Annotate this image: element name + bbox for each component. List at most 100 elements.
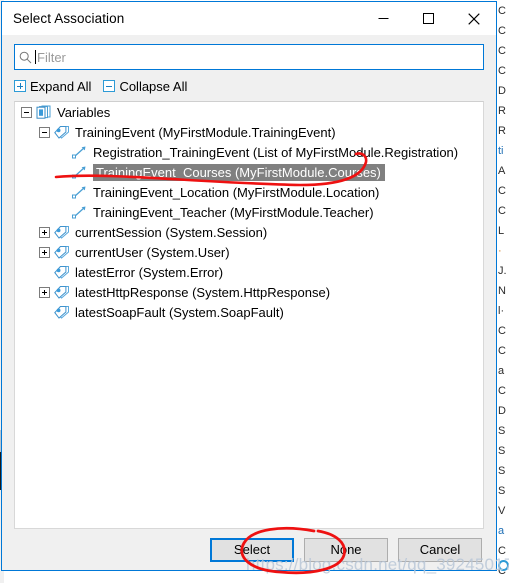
background-text-fragment: S bbox=[498, 465, 506, 477]
close-icon bbox=[467, 12, 480, 25]
background-text-fragment: a bbox=[498, 525, 505, 537]
minimize-icon bbox=[378, 18, 389, 19]
tree-row[interactable]: TrainingEvent (MyFirstModule.TrainingEve… bbox=[15, 122, 483, 142]
background-text-fragment: N bbox=[498, 285, 506, 297]
background-text-fragment: A bbox=[498, 165, 506, 177]
tree-row-label: TrainingEvent (MyFirstModule.TrainingEve… bbox=[75, 124, 336, 140]
tree-row[interactable]: Variables bbox=[15, 102, 483, 122]
tree-row[interactable]: latestHttpResponse (System.HttpResponse) bbox=[15, 282, 483, 302]
variables-folder-icon bbox=[36, 104, 52, 120]
dialog-footer: Select None Cancel bbox=[2, 529, 496, 570]
select-association-dialog: Select Association Filter Expand All Col… bbox=[1, 1, 497, 571]
entity-tag-icon bbox=[54, 264, 70, 280]
plus-box-icon bbox=[14, 80, 26, 92]
background-text-fragment: C bbox=[498, 205, 506, 217]
background-text-fragment: D bbox=[498, 405, 506, 417]
entity-tag-icon bbox=[54, 224, 70, 240]
title-bar: Select Association bbox=[2, 2, 496, 35]
background-text-fragment: S bbox=[498, 445, 506, 457]
toggle-spacer bbox=[57, 147, 68, 158]
tree-row[interactable]: TrainingEvent_Location (MyFirstModule.Lo… bbox=[15, 182, 483, 202]
background-right-strip: C C C C D R Rti A C C L · J. Nl· C Ca C D S S S S Va C C bbox=[497, 0, 509, 583]
tree-row-label: Variables bbox=[57, 104, 111, 120]
tree-row[interactable]: Registration_TrainingEvent (List of MyFi… bbox=[15, 142, 483, 162]
entity-tag-icon bbox=[54, 284, 70, 300]
tree-row[interactable]: currentSession (System.Session) bbox=[15, 222, 483, 242]
collapse-toggle-icon[interactable] bbox=[39, 126, 50, 138]
background-text-fragment: · bbox=[498, 245, 502, 257]
background-text-fragment: R bbox=[498, 105, 506, 117]
tree-row-label: latestError (System.Error) bbox=[75, 264, 224, 280]
toggle-spacer bbox=[57, 187, 68, 198]
background-text-fragment: J. bbox=[498, 265, 507, 277]
background-text-fragment: V bbox=[498, 505, 506, 517]
filter-field[interactable]: Filter bbox=[14, 44, 484, 70]
background-text-fragment: C bbox=[498, 65, 506, 77]
background-text-fragment: S bbox=[498, 485, 506, 497]
background-text-fragment: C bbox=[498, 5, 506, 17]
entity-tag-icon bbox=[54, 244, 70, 260]
background-text-fragment: C bbox=[498, 25, 506, 37]
tree-row[interactable]: TrainingEvent_Teacher (MyFirstModule.Tea… bbox=[15, 202, 483, 222]
entity-tag-icon bbox=[54, 124, 70, 140]
tree-row-label: TrainingEvent_Location (MyFirstModule.Lo… bbox=[93, 184, 380, 200]
collapse-toggle-icon[interactable] bbox=[21, 106, 32, 118]
tree-row-label: latestSoapFault (System.SoapFault) bbox=[75, 304, 284, 320]
close-button[interactable] bbox=[451, 2, 496, 35]
association-tree[interactable]: Variables TrainingEvent (MyFirstModule.Tr… bbox=[14, 101, 484, 529]
window-controls bbox=[361, 2, 496, 35]
background-text-fragment: l· bbox=[498, 305, 505, 317]
tree-row-label: TrainingEvent_Courses (MyFirstModule.Cou… bbox=[93, 163, 385, 181]
background-text-fragment: C bbox=[498, 545, 506, 557]
window-title: Select Association bbox=[13, 11, 125, 26]
expand-toggle-icon[interactable] bbox=[39, 246, 50, 258]
tree-row-label: currentUser (System.User) bbox=[75, 244, 230, 260]
toggle-spacer bbox=[57, 207, 68, 218]
search-icon bbox=[15, 51, 35, 64]
toggle-spacer bbox=[57, 167, 68, 178]
background-text-fragment: C bbox=[498, 185, 506, 197]
cancel-button[interactable]: Cancel bbox=[398, 537, 482, 562]
tree-row[interactable]: latestError (System.Error) bbox=[15, 262, 483, 282]
collapse-all-button[interactable]: Collapse All bbox=[103, 79, 193, 94]
expand-all-label: Expand All bbox=[30, 78, 92, 94]
tree-toolbar: Expand All Collapse All bbox=[14, 76, 484, 96]
association-icon bbox=[72, 144, 88, 160]
background-text-fragment: C bbox=[498, 325, 506, 337]
background-text-fragment: C bbox=[498, 45, 506, 57]
background-text-fragment: C bbox=[498, 345, 506, 357]
collapse-all-label: Collapse All bbox=[119, 78, 188, 94]
background-status-dot-icon bbox=[498, 560, 509, 571]
background-text-fragment: S bbox=[498, 425, 506, 437]
background-text-fragment: D bbox=[498, 85, 506, 97]
tree-row[interactable]: TrainingEvent_Courses (MyFirstModule.Cou… bbox=[15, 162, 483, 182]
expand-toggle-icon[interactable] bbox=[39, 226, 50, 238]
expand-all-button[interactable]: Expand All bbox=[14, 79, 97, 94]
entity-tag-icon bbox=[54, 304, 70, 320]
association-icon bbox=[72, 184, 88, 200]
background-text-fragment: C bbox=[498, 385, 506, 397]
association-icon bbox=[72, 204, 88, 220]
none-button[interactable]: None bbox=[304, 537, 388, 562]
background-text-fragment: R bbox=[498, 125, 506, 137]
tree-row-label: Registration_TrainingEvent (List of MyFi… bbox=[93, 144, 459, 160]
tree-row[interactable]: latestSoapFault (System.SoapFault) bbox=[15, 302, 483, 322]
select-button[interactable]: Select bbox=[210, 537, 294, 562]
minus-box-icon bbox=[103, 80, 116, 92]
filter-placeholder: Filter bbox=[37, 49, 66, 65]
tree-row-label: TrainingEvent_Teacher (MyFirstModule.Tea… bbox=[93, 204, 374, 220]
screenshot-root: C C C C D R Rti A C C L · J. Nl· C Ca C D S S S S Va C C Select … bbox=[0, 0, 509, 583]
background-text-fragment: a bbox=[498, 365, 505, 377]
tree-row[interactable]: currentUser (System.User) bbox=[15, 242, 483, 262]
text-caret bbox=[35, 50, 36, 64]
minimize-button[interactable] bbox=[361, 2, 406, 35]
maximize-icon bbox=[423, 13, 434, 24]
dialog-content: Filter Expand All Collapse All Variables… bbox=[2, 35, 496, 570]
background-text-fragment: L bbox=[498, 225, 505, 237]
maximize-button[interactable] bbox=[406, 2, 451, 35]
association-icon bbox=[72, 164, 88, 180]
expand-toggle-icon[interactable] bbox=[39, 286, 50, 298]
toggle-spacer bbox=[39, 307, 50, 318]
background-text-fragment: ti bbox=[498, 145, 504, 157]
tree-row-label: latestHttpResponse (System.HttpResponse) bbox=[75, 284, 331, 300]
